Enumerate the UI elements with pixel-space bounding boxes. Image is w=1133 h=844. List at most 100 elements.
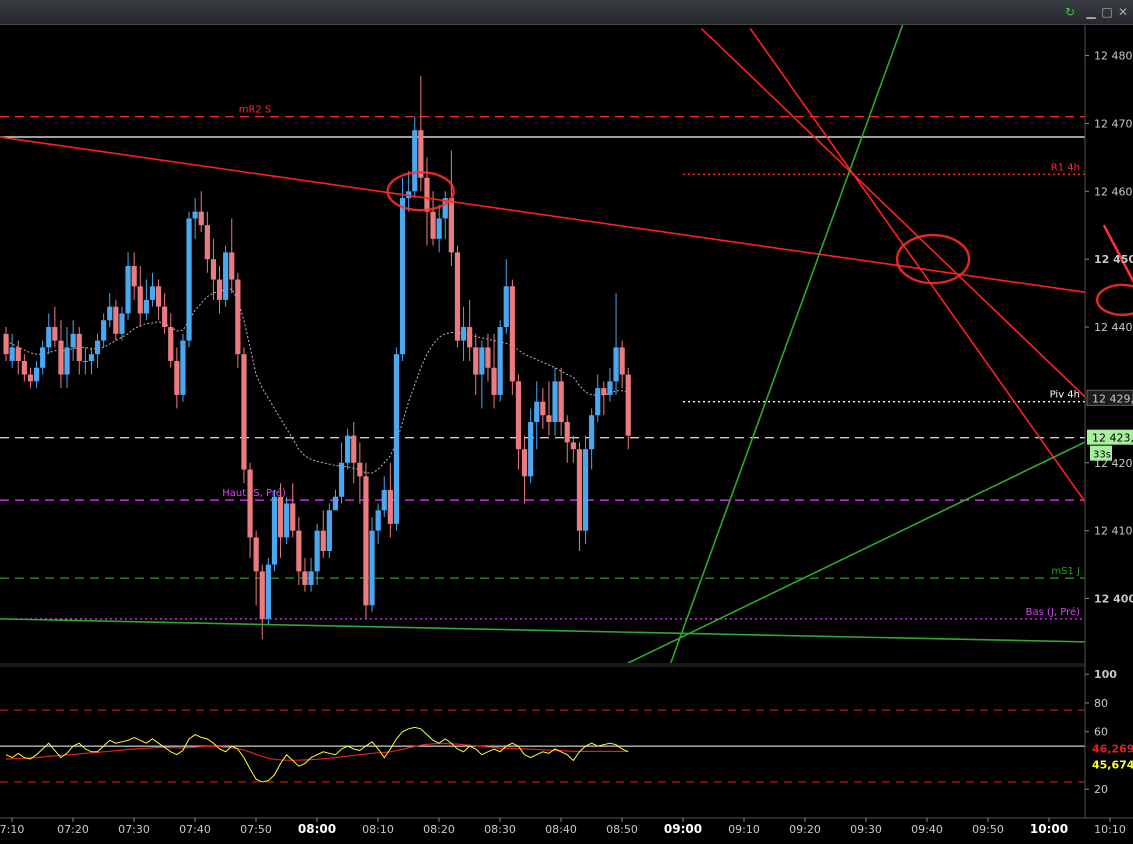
candle-body [119,313,125,334]
candle-46 [284,496,290,545]
candle-43 [265,557,271,626]
candle-body [101,320,107,341]
candle-body [393,354,400,524]
candle-5 [33,360,40,389]
candle-body [491,367,497,395]
candle-29 [180,333,186,402]
candle-8 [52,306,58,348]
time-label-1: 07:20 [57,823,89,836]
candle-body [424,177,430,212]
time-label-2: 07:30 [118,823,150,836]
candle-body [271,496,278,565]
candle-body [174,360,180,395]
candle-body [198,211,204,226]
candle-75 [460,306,467,361]
candle-body [485,347,491,368]
candle-94 [576,442,583,552]
candle-49 [302,557,308,592]
candle-body [534,401,540,423]
candle-body [607,381,613,395]
candle-10 [64,327,70,389]
candle-body [479,347,485,375]
candle-66 [406,170,412,212]
candle-body [296,530,302,572]
candle-96 [589,408,595,470]
candle-59 [363,462,369,619]
candle-25 [155,279,162,321]
candle-body [277,496,284,538]
candle-93 [570,435,576,463]
candle-body [33,367,40,382]
candle-body [363,476,369,606]
countdown-label: 33s [1093,450,1111,461]
highlight-circle-2 [1095,283,1133,317]
candle-body [82,360,88,362]
candle-body [515,381,522,450]
candle-body [326,510,332,552]
level-label-6: mS1 J [1051,566,1080,577]
last-price-label: 12 423,7 [1092,432,1133,445]
candle-body [180,340,186,395]
time-label-7: 08:20 [423,823,455,836]
candle-71 [436,204,442,253]
candle-50 [308,557,314,592]
candle-body [619,347,625,375]
candle-4 [27,367,34,389]
time-label-0: 7:10 [0,823,24,836]
candle-body [149,286,156,300]
candle-body [76,333,82,361]
candle-body [369,530,375,606]
time-label-8: 08:30 [484,823,516,836]
time-label-15: 09:40 [911,823,943,836]
candle-47 [290,483,296,538]
candle-body [21,360,27,375]
osc-main-line [5,726,629,783]
candle-body [3,333,9,355]
osc-signal-label: 46,269 [1092,742,1133,755]
candle-28 [174,347,180,409]
candle-body [308,571,314,585]
candle-body [302,571,308,585]
candle-2 [15,340,21,375]
price-chart[interactable]: mR2 SR1 4hPiv 4hHaut (S, Pré)mS1 JBas (J… [0,0,1133,844]
time-label-18: 10:10 [1094,823,1126,836]
candle-20 [125,252,131,321]
time-label-12: 09:10 [728,823,760,836]
candle-1 [9,333,15,368]
candle-body [46,327,52,348]
candle-body [204,225,210,260]
candle-9 [58,320,64,389]
candle-body [558,381,564,423]
time-label-6: 08:10 [362,823,394,836]
candle-body [387,489,393,524]
osc-tick-label-2: 60 [1094,726,1108,739]
candle-37 [229,218,235,294]
candle-body [625,374,631,436]
candle-90 [552,367,558,436]
candle-body [40,347,46,368]
candle-35 [216,265,223,314]
candle-84 [515,374,522,470]
candle-80 [491,333,497,409]
candle-body [497,327,503,395]
candle-body [399,198,406,355]
candle-body [448,198,454,253]
candle-17 [107,293,113,328]
candle-body [412,130,418,192]
candle-24 [149,272,156,307]
osc-tick-label-3: 20 [1094,783,1108,796]
candle-16 [101,313,107,348]
candle-body [582,449,589,531]
candle-body [546,415,552,423]
candle-36 [223,245,229,307]
candle-body [320,530,326,552]
candle-82 [503,259,509,334]
candle-95 [582,435,589,545]
candle-body [430,211,436,239]
candle-body [64,347,70,375]
time-label-3: 07:40 [179,823,211,836]
candle-body [107,306,113,321]
candle-22 [137,265,143,328]
candle-body [564,422,570,443]
candle-26 [162,293,168,334]
